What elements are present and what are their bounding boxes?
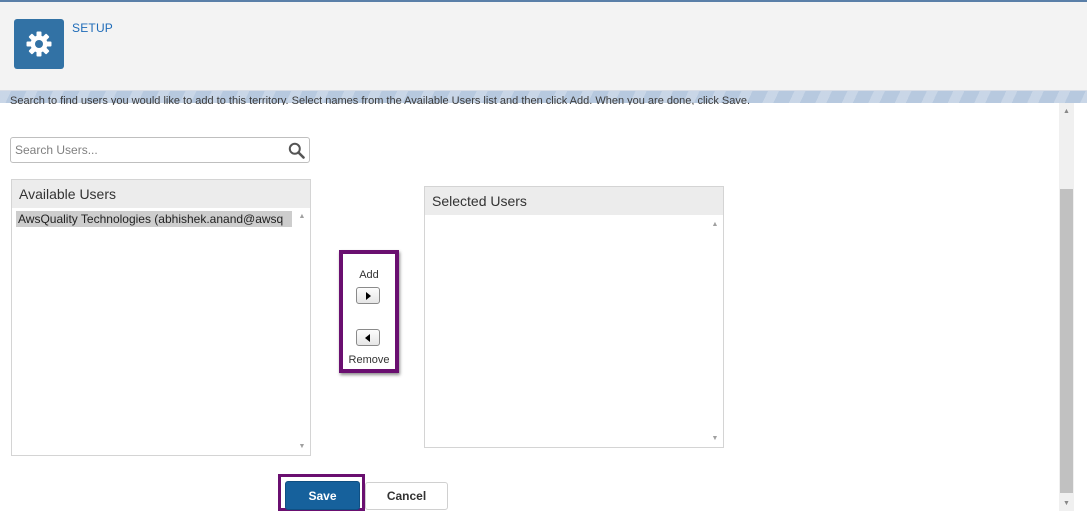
scroll-up-arrow-icon[interactable]: ▲: [707, 219, 723, 231]
search-input[interactable]: [15, 141, 283, 159]
remove-button[interactable]: [356, 329, 380, 346]
remove-label: Remove: [348, 354, 390, 366]
selected-users-scrollbar[interactable]: ▲ ▼: [707, 216, 723, 447]
selected-users-options[interactable]: [425, 216, 705, 447]
page-title[interactable]: SETUP: [72, 21, 113, 35]
add-button[interactable]: [356, 287, 380, 304]
scroll-down-arrow-icon[interactable]: ▼: [707, 433, 723, 445]
scrollbar-thumb[interactable]: [1060, 189, 1073, 493]
scroll-down-arrow-icon[interactable]: ▼: [294, 441, 310, 453]
scroll-down-arrow-icon[interactable]: ▼: [1059, 497, 1074, 511]
save-button[interactable]: Save: [285, 481, 360, 510]
arrow-left-icon: [365, 333, 370, 342]
scroll-up-arrow-icon[interactable]: ▲: [294, 211, 310, 223]
selected-users-title: Selected Users: [425, 187, 723, 215]
move-controls: Add Remove: [339, 250, 399, 373]
available-users-scrollbar[interactable]: ▲ ▼: [294, 208, 310, 455]
page: SETUP Search to find users you would lik…: [0, 0, 1087, 511]
available-users-title: Available Users: [12, 180, 310, 208]
cancel-button[interactable]: Cancel: [365, 482, 448, 510]
gear-icon: [26, 31, 52, 57]
arrow-right-icon: [366, 291, 371, 300]
search-box: [10, 137, 310, 163]
setup-icon-tile: [14, 19, 64, 69]
selected-users-list: Selected Users ▲ ▼: [424, 186, 724, 448]
add-label: Add: [359, 269, 379, 281]
available-users-list: Available Users AwsQuality Technologies …: [11, 179, 311, 456]
scroll-up-arrow-icon[interactable]: ▲: [1059, 105, 1074, 119]
page-scrollbar[interactable]: ▲ ▼: [1059, 103, 1074, 511]
search-icon[interactable]: [288, 142, 305, 159]
user-option[interactable]: AwsQuality Technologies (abhishek.anand@…: [16, 211, 292, 227]
available-users-options[interactable]: AwsQuality Technologies (abhishek.anand@…: [12, 208, 292, 455]
instructions-text: Search to find users you would like to a…: [10, 96, 751, 105]
page-header: SETUP: [0, 0, 1087, 91]
